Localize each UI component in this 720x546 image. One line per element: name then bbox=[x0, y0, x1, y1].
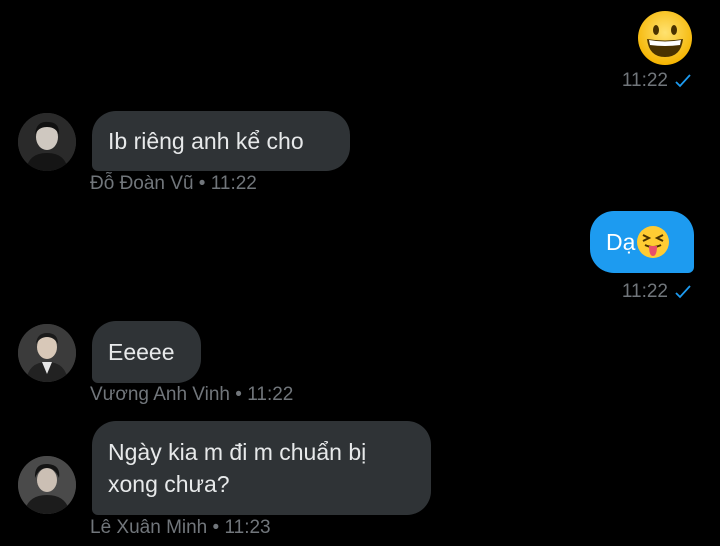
message-meta: 11:22 bbox=[622, 69, 692, 93]
incoming-message-bubble[interactable]: Ib riêng anh kể cho bbox=[92, 111, 350, 171]
sender-name[interactable]: Lê Xuân Minh bbox=[90, 517, 207, 538]
sent-check-icon bbox=[675, 285, 691, 299]
outgoing-message-bubble[interactable]: Dạ bbox=[590, 211, 694, 273]
meta-separator: • bbox=[212, 517, 220, 538]
meta-separator: • bbox=[198, 173, 206, 194]
message-meta: Vương Anh Vinh • 11:22 bbox=[90, 383, 293, 407]
sender-name[interactable]: Vương Anh Vinh bbox=[90, 384, 230, 405]
incoming-message-bubble[interactable]: Eeeee bbox=[92, 321, 201, 383]
message-text-line: Ngày kia m đi m chuẩn bị bbox=[108, 439, 367, 465]
avatar[interactable] bbox=[18, 113, 76, 171]
message-time: 11:22 bbox=[247, 384, 294, 405]
message-time: 11:22 bbox=[210, 173, 257, 194]
meta-separator: • bbox=[235, 384, 242, 405]
sender-name[interactable]: Đỗ Đoàn Vũ bbox=[90, 173, 194, 194]
incoming-message-bubble[interactable]: Ngày kia m đi m chuẩn bị xong chưa? bbox=[92, 421, 431, 515]
message-time: 11:22 bbox=[621, 70, 668, 91]
message-text-line: xong chưa? bbox=[108, 471, 230, 497]
grinning-face-icon bbox=[636, 9, 694, 67]
message-text: Eeeee bbox=[108, 339, 175, 365]
avatar[interactable] bbox=[18, 324, 76, 382]
message-meta: Đỗ Đoàn Vũ • 11:22 bbox=[90, 172, 257, 196]
sent-check-icon bbox=[675, 74, 691, 88]
message-text: Dạ bbox=[606, 229, 636, 255]
message-time: 11:22 bbox=[621, 281, 668, 302]
squinting-tongue-face-icon bbox=[637, 226, 670, 258]
message-time: 11:23 bbox=[224, 517, 271, 538]
message-meta: 11:22 bbox=[622, 280, 692, 304]
message-meta: Lê Xuân Minh • 11:23 bbox=[90, 516, 271, 540]
message-text: Ib riêng anh kể cho bbox=[108, 128, 304, 154]
avatar[interactable] bbox=[18, 456, 76, 514]
